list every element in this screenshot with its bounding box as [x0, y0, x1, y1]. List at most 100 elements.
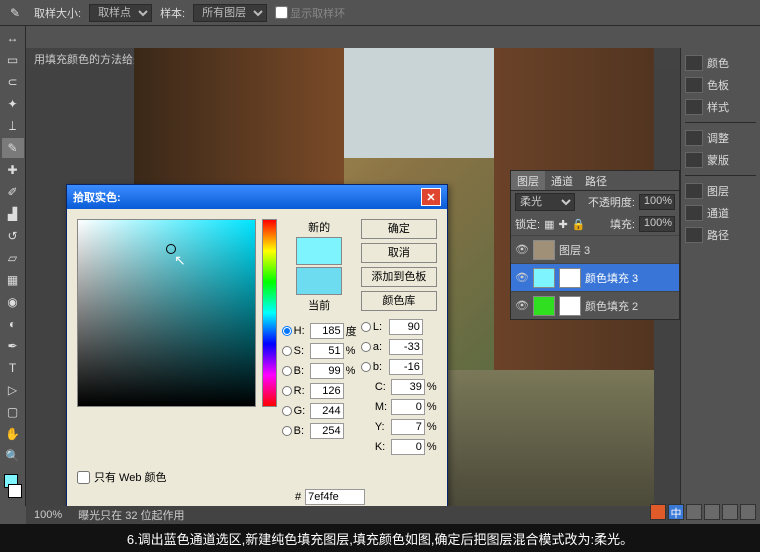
zoom-level[interactable]: 100%: [34, 509, 62, 521]
hex-input[interactable]: [305, 489, 365, 505]
c-input[interactable]: [391, 379, 425, 395]
s-radio[interactable]: [282, 346, 292, 356]
k-input[interactable]: [391, 439, 425, 455]
panel-swatches[interactable]: 色板: [685, 74, 756, 96]
tray-icon[interactable]: [740, 504, 756, 520]
shape-tool[interactable]: ▢: [2, 402, 24, 422]
pen-tool[interactable]: ✒: [2, 336, 24, 356]
opacity-value[interactable]: 100%: [639, 194, 675, 210]
dodge-tool[interactable]: ◐: [2, 314, 24, 334]
tab-layers[interactable]: 图层: [511, 171, 545, 190]
tab-channels[interactable]: 通道: [545, 171, 579, 190]
visibility-icon[interactable]: 👁: [515, 271, 529, 285]
show-ring-checkbox[interactable]: 显示取样环: [275, 5, 345, 21]
layer-mask: [559, 268, 581, 288]
r-input[interactable]: [310, 383, 344, 399]
l-input[interactable]: [389, 319, 423, 335]
close-icon[interactable]: ✕: [421, 188, 441, 206]
r-radio[interactable]: [282, 386, 292, 396]
visibility-icon[interactable]: 👁: [515, 243, 529, 257]
marquee-tool[interactable]: ▭: [2, 50, 24, 70]
s-input[interactable]: [310, 343, 344, 359]
b-input[interactable]: [310, 363, 344, 379]
lock-all-icon[interactable]: 🔒: [572, 218, 586, 231]
status-bar: 100% 曝光只在 32 位起作用: [26, 506, 680, 524]
zoom-tool[interactable]: 🔍: [2, 446, 24, 466]
layer-item[interactable]: 👁 图层 3: [511, 235, 679, 263]
lock-pixels-icon[interactable]: ▦: [544, 218, 554, 231]
dialog-titlebar[interactable]: 拾取实色: ✕: [67, 185, 447, 209]
hand-tool[interactable]: ✋: [2, 424, 24, 444]
history-brush-tool[interactable]: ↺: [2, 226, 24, 246]
lab-b-radio[interactable]: [361, 362, 371, 372]
layer-item[interactable]: 👁 颜色填充 3: [511, 263, 679, 291]
sample-select[interactable]: 所有图层: [193, 4, 267, 22]
adjust-icon: [685, 130, 703, 146]
add-swatch-button[interactable]: 添加到色板: [361, 267, 437, 287]
fill-value[interactable]: 100%: [639, 216, 675, 232]
blur-tool[interactable]: ◉: [2, 292, 24, 312]
visibility-icon[interactable]: 👁: [515, 299, 529, 313]
tray-icon[interactable]: [650, 504, 666, 520]
tab-paths[interactable]: 路径: [579, 171, 613, 190]
g-radio[interactable]: [282, 406, 292, 416]
layer-thumb: [533, 296, 555, 316]
panel-color[interactable]: 颜色: [685, 52, 756, 74]
blend-mode-select[interactable]: 柔光: [515, 193, 575, 211]
g-input[interactable]: [310, 403, 344, 419]
color-swatches[interactable]: [2, 472, 24, 500]
layers-panel: 图层 通道 路径 柔光 不透明度: 100% 锁定: ▦ ✚ 🔒 填充: 100…: [510, 170, 680, 320]
panel-styles[interactable]: 样式: [685, 96, 756, 118]
y-input[interactable]: [391, 419, 425, 435]
a-radio[interactable]: [361, 342, 371, 352]
lasso-tool[interactable]: ⊂: [2, 72, 24, 92]
gradient-tool[interactable]: ▦: [2, 270, 24, 290]
b-radio[interactable]: [282, 366, 292, 376]
lab-b-input[interactable]: [389, 359, 423, 375]
a-input[interactable]: [389, 339, 423, 355]
tray-icon[interactable]: [686, 504, 702, 520]
current-color-swatch: [296, 267, 342, 295]
brush-tool[interactable]: ✐: [2, 182, 24, 202]
bv-input[interactable]: [310, 423, 344, 439]
heal-tool[interactable]: ✚: [2, 160, 24, 180]
color-field[interactable]: ↖: [77, 219, 256, 407]
h-radio[interactable]: [282, 326, 292, 336]
layer-name: 图层 3: [559, 242, 590, 258]
cancel-button[interactable]: 取消: [361, 243, 437, 263]
layer-item[interactable]: 👁 颜色填充 2: [511, 291, 679, 319]
path-tool[interactable]: ▷: [2, 380, 24, 400]
mask-icon: [685, 152, 703, 168]
panel-channels[interactable]: 通道: [685, 202, 756, 224]
crop-tool[interactable]: ⟘: [2, 116, 24, 136]
panel-mask[interactable]: 蒙版: [685, 149, 756, 171]
panel-layers[interactable]: 图层: [685, 180, 756, 202]
eraser-tool[interactable]: ▱: [2, 248, 24, 268]
panel-paths[interactable]: 路径: [685, 224, 756, 246]
tray-icon[interactable]: [722, 504, 738, 520]
new-label: 新的: [308, 219, 330, 235]
tray-icon[interactable]: [704, 504, 720, 520]
tray-icon[interactable]: 中: [668, 504, 684, 520]
stamp-tool[interactable]: ▟: [2, 204, 24, 224]
ok-button[interactable]: 确定: [361, 219, 437, 239]
l-radio[interactable]: [361, 322, 371, 332]
wand-tool[interactable]: ✦: [2, 94, 24, 114]
h-input[interactable]: [310, 323, 344, 339]
hue-slider[interactable]: [262, 219, 277, 407]
web-only-checkbox[interactable]: [77, 471, 90, 484]
eyedropper-tool[interactable]: ✎: [2, 138, 24, 158]
layer-name: 颜色填充 2: [585, 298, 638, 314]
type-tool[interactable]: T: [2, 358, 24, 378]
move-tool[interactable]: ↔: [2, 28, 24, 48]
color-lib-button[interactable]: 颜色库: [361, 291, 437, 311]
dialog-title: 拾取实色:: [73, 189, 121, 205]
panel-adjust[interactable]: 调整: [685, 127, 756, 149]
bv-radio[interactable]: [282, 426, 292, 436]
cursor-arrow-icon: ↖: [174, 252, 186, 269]
sample-size-select[interactable]: 取样点: [89, 4, 152, 22]
sample-label: 样本:: [160, 5, 185, 21]
lock-position-icon[interactable]: ✚: [558, 218, 567, 231]
color-picker-dialog: 拾取实色: ✕ ↖ 新的 当前 H:度 S:% B:% R: G: B: 确定 …: [66, 184, 448, 508]
m-input[interactable]: [391, 399, 425, 415]
